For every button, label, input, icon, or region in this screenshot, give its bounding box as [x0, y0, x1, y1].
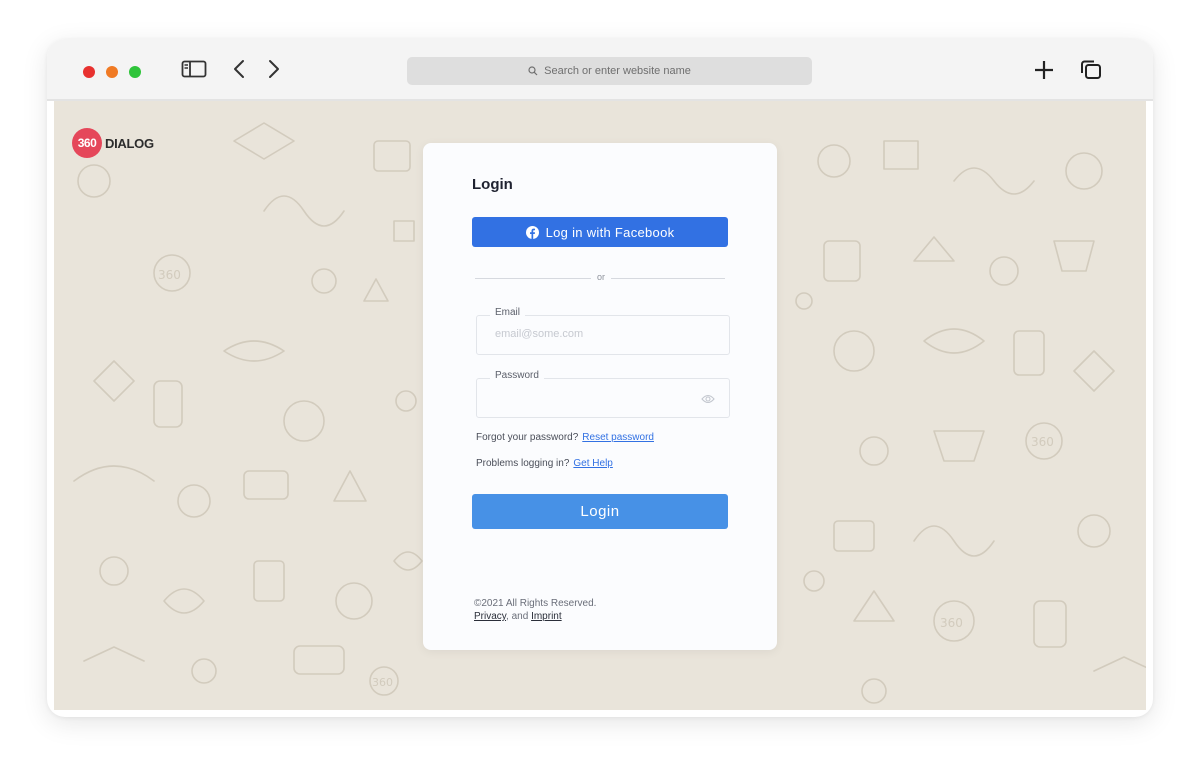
page-title: Login — [472, 176, 513, 193]
browser-window: Search or enter website name 360 360 360… — [47, 39, 1153, 717]
logo-text: DIALOG — [105, 135, 154, 151]
password-field: Password — [476, 370, 730, 418]
forgot-password-text: Forgot your password? — [476, 432, 579, 443]
copyright-text: ©2021 All Rights Reserved. — [474, 598, 597, 609]
forgot-password-line: Forgot your password? Reset password — [476, 432, 654, 443]
back-icon[interactable] — [232, 59, 246, 84]
footer-and-text: , and — [506, 611, 532, 622]
divider-line-left — [475, 278, 591, 279]
address-bar[interactable]: Search or enter website name — [407, 57, 812, 85]
facebook-login-label: Log in with Facebook — [545, 224, 675, 240]
email-input[interactable] — [493, 327, 697, 341]
facebook-icon — [525, 225, 539, 239]
imprint-link[interactable]: Imprint — [531, 611, 562, 622]
sidebar-icon[interactable] — [181, 59, 207, 84]
svg-text:360: 360 — [158, 268, 181, 282]
problems-line: Problems logging in? Get Help — [476, 458, 613, 469]
password-input[interactable] — [493, 390, 697, 404]
svg-text:360: 360 — [372, 676, 393, 689]
problems-text: Problems logging in? — [476, 458, 570, 469]
address-bar-placeholder: Search or enter website name — [544, 65, 691, 77]
svg-text:360: 360 — [940, 616, 963, 630]
footer: ©2021 All Rights Reserved. Privacy, and … — [474, 597, 596, 623]
minimize-window-button[interactable] — [106, 66, 118, 78]
new-tab-icon[interactable] — [1033, 59, 1055, 86]
email-field: Email — [476, 307, 730, 355]
email-label: Email — [490, 307, 526, 318]
search-icon — [528, 66, 538, 76]
password-label: Password — [490, 370, 544, 381]
tabs-overview-icon[interactable] — [1079, 59, 1103, 86]
close-window-button[interactable] — [83, 66, 95, 78]
logo-mark: 360 — [72, 128, 102, 158]
brand-logo[interactable]: 360 DIALOG — [72, 128, 154, 158]
get-help-link[interactable]: Get Help — [573, 458, 612, 469]
divider-line-right — [611, 278, 725, 279]
forward-icon[interactable] — [267, 59, 281, 84]
show-password-icon[interactable] — [701, 391, 715, 409]
reset-password-link[interactable]: Reset password — [582, 432, 654, 443]
browser-toolbar: Search or enter website name — [47, 39, 1153, 101]
svg-text:360: 360 — [1031, 435, 1054, 449]
login-card: Login Log in with Facebook or Email Pass… — [423, 143, 777, 650]
maximize-window-button[interactable] — [129, 66, 141, 78]
privacy-link[interactable]: Privacy — [474, 611, 506, 622]
footer-links: Privacy, and Imprint — [474, 610, 596, 623]
page-viewport: 360 360 360 360 360 DIALOG Login Log in … — [54, 101, 1146, 710]
login-button[interactable]: Login — [472, 494, 728, 529]
facebook-login-button[interactable]: Log in with Facebook — [472, 217, 728, 247]
divider-or: or — [596, 272, 605, 282]
